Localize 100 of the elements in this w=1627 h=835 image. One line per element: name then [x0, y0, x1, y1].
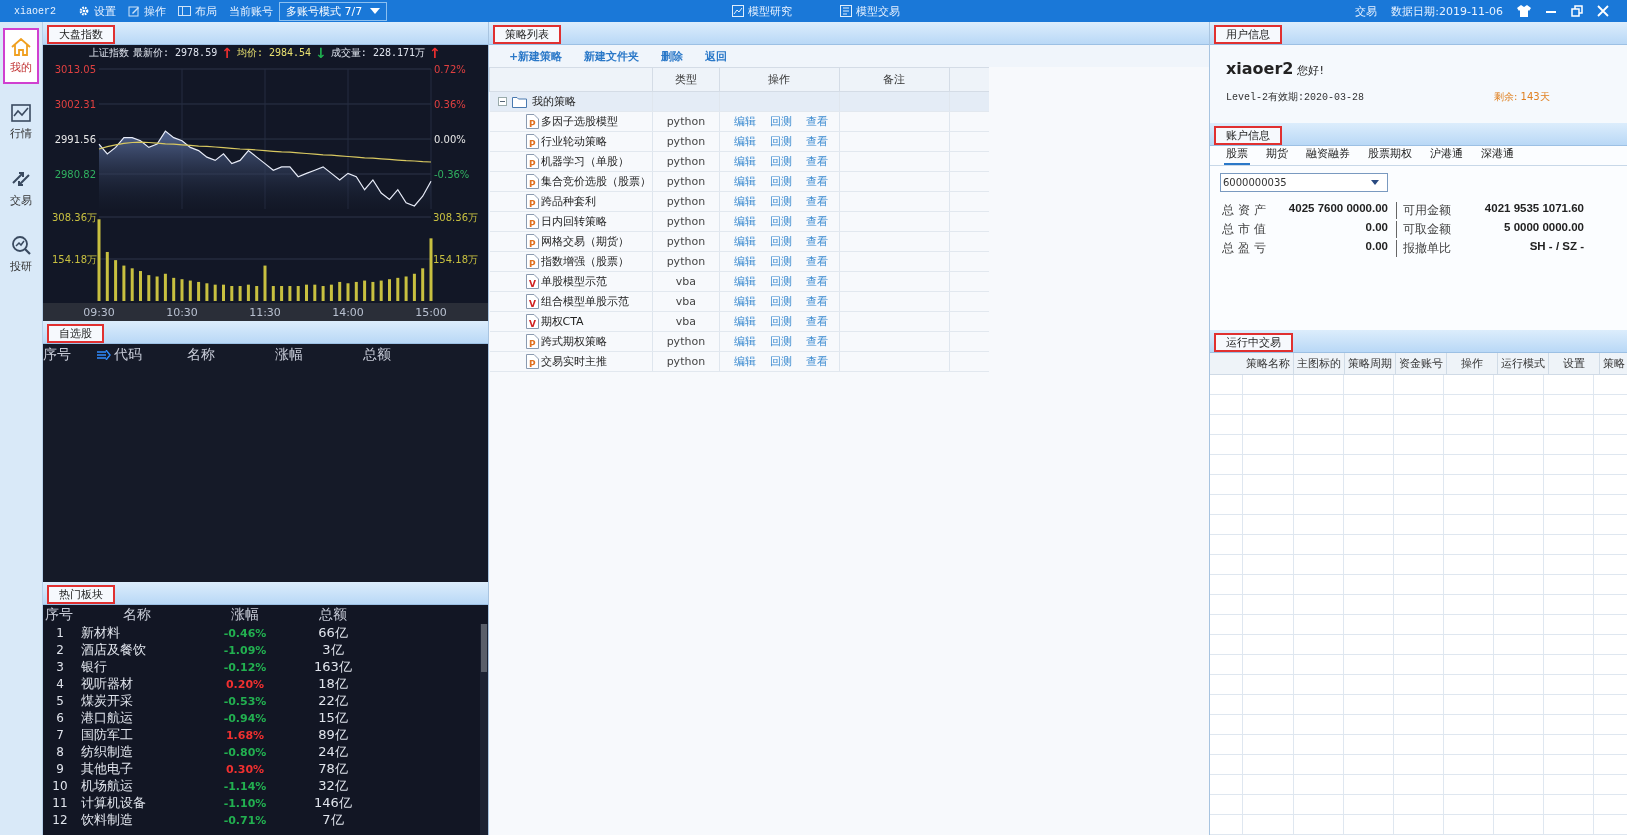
- account-tab[interactable]: 期货: [1264, 146, 1290, 165]
- action-link[interactable]: 查看: [805, 134, 828, 149]
- column-header[interactable]: 总额: [363, 346, 451, 364]
- toolbar-button[interactable]: 设置: [78, 3, 116, 19]
- strategy-name[interactable]: 指数增强（股票）: [540, 254, 629, 269]
- strategy-name[interactable]: 单股模型示范: [540, 274, 607, 289]
- strategy-name[interactable]: 期权CTA: [540, 314, 584, 329]
- toolbar-button[interactable]: +新建策略: [509, 48, 563, 64]
- panel-tab[interactable]: 策略列表: [493, 25, 561, 44]
- action-link[interactable]: 编辑: [733, 254, 756, 269]
- action-link[interactable]: 查看: [805, 214, 828, 229]
- sidebar-item[interactable]: 投研: [3, 226, 39, 282]
- action-link[interactable]: 查看: [805, 174, 828, 189]
- action-link[interactable]: 回测: [769, 274, 792, 289]
- strategy-name[interactable]: 交易实时主推: [540, 354, 607, 369]
- scrollbar-thumb[interactable]: [481, 624, 487, 672]
- action-link[interactable]: 回测: [769, 314, 792, 329]
- action-link[interactable]: 编辑: [733, 154, 756, 169]
- account-dropdown[interactable]: 6000000035: [1220, 173, 1388, 192]
- account-tab[interactable]: 股票期权: [1366, 146, 1414, 165]
- sort-icon[interactable]: [97, 350, 111, 360]
- strategy-name[interactable]: 日内回转策略: [540, 214, 607, 229]
- strategy-name[interactable]: 跨品种套利: [540, 194, 596, 209]
- mode-button[interactable]: 模型交易: [840, 3, 900, 19]
- column-header[interactable]: 备注: [839, 67, 950, 92]
- action-link[interactable]: 回测: [769, 134, 792, 149]
- panel-tab[interactable]: 大盘指数: [47, 25, 115, 44]
- action-link[interactable]: 编辑: [733, 334, 756, 349]
- column-header[interactable]: 总额: [293, 605, 373, 624]
- strategy-name[interactable]: 跨式期权策略: [540, 334, 607, 349]
- column-header[interactable]: 运行模式: [1498, 353, 1549, 374]
- toolbar-button[interactable]: 新建文件夹: [584, 48, 640, 64]
- toolbar-button[interactable]: 删除: [661, 48, 684, 64]
- panel-tab[interactable]: 自选股: [47, 324, 104, 343]
- account-tab[interactable]: 深港通: [1479, 146, 1516, 165]
- column-header[interactable]: 涨幅: [275, 346, 363, 364]
- column-header[interactable]: 名称: [187, 346, 275, 364]
- action-link[interactable]: 编辑: [733, 234, 756, 249]
- action-link[interactable]: 编辑: [733, 294, 756, 309]
- column-header[interactable]: 类型: [652, 67, 720, 92]
- column-header[interactable]: 策略周期: [1345, 353, 1396, 374]
- action-link[interactable]: 回测: [769, 234, 792, 249]
- action-link[interactable]: 查看: [805, 154, 828, 169]
- collapse-icon[interactable]: [497, 97, 507, 106]
- mode-button[interactable]: 模型研究: [732, 3, 792, 19]
- action-link[interactable]: 编辑: [733, 194, 756, 209]
- action-link[interactable]: 回测: [769, 114, 792, 129]
- strategy-name[interactable]: 网格交易（期货）: [540, 234, 629, 249]
- action-link[interactable]: 查看: [805, 114, 828, 129]
- panel-tab[interactable]: 运行中交易: [1214, 333, 1293, 352]
- close-icon[interactable]: [1597, 5, 1609, 17]
- trade-link[interactable]: 交易: [1355, 3, 1378, 19]
- strategy-name[interactable]: 多因子选股模型: [540, 114, 618, 129]
- column-header[interactable]: 代码: [114, 346, 142, 364]
- action-link[interactable]: 编辑: [733, 174, 756, 189]
- column-header[interactable]: 主图标的: [1294, 353, 1345, 374]
- panel-tab[interactable]: 热门板块: [47, 585, 115, 604]
- toolbar-button[interactable]: 返回: [705, 48, 728, 64]
- panel-tab[interactable]: 用户信息: [1214, 25, 1282, 44]
- column-header[interactable]: 操作: [1447, 353, 1498, 374]
- sidebar-item[interactable]: 交易: [3, 160, 39, 216]
- shirt-icon[interactable]: [1517, 5, 1531, 17]
- action-link[interactable]: 回测: [769, 194, 792, 209]
- account-tab[interactable]: 沪港通: [1428, 146, 1465, 165]
- action-link[interactable]: 查看: [805, 254, 828, 269]
- action-link[interactable]: 编辑: [733, 314, 756, 329]
- column-header[interactable]: 序号: [43, 605, 77, 624]
- column-header[interactable]: 策略: [1600, 353, 1627, 374]
- action-link[interactable]: 查看: [805, 194, 828, 209]
- action-link[interactable]: 查看: [805, 334, 828, 349]
- action-link[interactable]: 查看: [805, 234, 828, 249]
- account-tab[interactable]: 股票: [1224, 146, 1250, 165]
- action-link[interactable]: 编辑: [733, 134, 756, 149]
- action-link[interactable]: 回测: [769, 174, 792, 189]
- column-header[interactable]: 名称: [77, 605, 197, 624]
- action-link[interactable]: 回测: [769, 334, 792, 349]
- strategy-name[interactable]: 机器学习（单股）: [540, 154, 629, 169]
- strategy-name[interactable]: 集合竞价选股（股票）: [540, 174, 651, 189]
- action-link[interactable]: 查看: [805, 274, 828, 289]
- column-header[interactable]: 策略名称: [1243, 353, 1294, 374]
- account-mode-dropdown[interactable]: 多账号模式 7/7: [279, 1, 388, 21]
- action-link[interactable]: 编辑: [733, 354, 756, 369]
- column-header[interactable]: 序号: [43, 346, 91, 364]
- action-link[interactable]: 查看: [805, 294, 828, 309]
- column-header[interactable]: 操作: [719, 67, 840, 92]
- action-link[interactable]: 编辑: [733, 114, 756, 129]
- action-link[interactable]: 编辑: [733, 274, 756, 289]
- sidebar-item[interactable]: 我的: [3, 28, 39, 84]
- sidebar-item[interactable]: 行情: [3, 94, 39, 150]
- action-link[interactable]: 回测: [769, 294, 792, 309]
- action-link[interactable]: 回测: [769, 214, 792, 229]
- account-tab[interactable]: 融资融券: [1304, 146, 1352, 165]
- column-header[interactable]: 设置: [1549, 353, 1600, 374]
- panel-tab[interactable]: 账户信息: [1214, 126, 1282, 145]
- action-link[interactable]: 回测: [769, 354, 792, 369]
- column-header[interactable]: 涨幅: [197, 605, 293, 624]
- action-link[interactable]: 编辑: [733, 214, 756, 229]
- folder-name[interactable]: 我的策略: [531, 94, 576, 109]
- action-link[interactable]: 查看: [805, 314, 828, 329]
- strategy-name[interactable]: 行业轮动策略: [540, 134, 607, 149]
